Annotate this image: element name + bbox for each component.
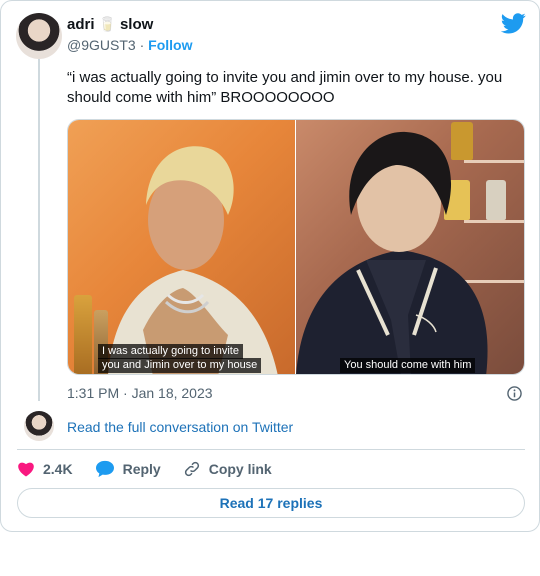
- tweet-media[interactable]: I was actually going to invite you and J…: [67, 119, 525, 375]
- link-icon: [184, 461, 199, 477]
- info-icon[interactable]: [507, 386, 522, 401]
- action-bar: 2.4K Reply Copy link: [17, 459, 294, 479]
- follow-button[interactable]: Follow: [148, 37, 192, 53]
- milk-emoji: 🥛: [98, 16, 116, 32]
- reply-label: Reply: [122, 461, 161, 477]
- read-conversation-link[interactable]: Read the full conversation on Twitter: [67, 419, 293, 435]
- author-handle-row: @9GUST3 · Follow: [67, 37, 192, 53]
- like-button[interactable]: 2.4K: [17, 461, 73, 477]
- heart-icon: [18, 462, 34, 477]
- author-name-row[interactable]: adri 🥛 slow: [67, 16, 153, 33]
- person-illustration: [108, 146, 278, 374]
- tweet-timestamp[interactable]: 1:31 PM · Jan 18, 2023: [67, 385, 213, 401]
- read-replies-button[interactable]: Read 17 replies: [17, 488, 525, 518]
- tweet-text: “i was actually going to invite you and …: [67, 69, 503, 106]
- photo-left[interactable]: I was actually going to invite you and J…: [68, 120, 295, 374]
- person-illustration: [296, 131, 488, 374]
- tweet-card: adri 🥛 slow @9GUST3 · Follow “i was actu…: [0, 0, 540, 532]
- copy-link-button[interactable]: Copy link: [183, 460, 272, 478]
- right-caption: You should come with him: [340, 358, 476, 373]
- small-avatar[interactable]: [24, 411, 54, 441]
- left-caption-line1: I was actually going to invite: [98, 344, 243, 359]
- author-handle[interactable]: @9GUST3: [67, 37, 136, 53]
- divider: [17, 449, 525, 450]
- author-avatar[interactable]: [16, 13, 62, 59]
- handle-separator: ·: [139, 37, 145, 53]
- author-display-name[interactable]: adri: [67, 16, 95, 33]
- reply-button[interactable]: Reply: [95, 460, 161, 478]
- thread-line: [38, 59, 40, 401]
- left-caption-line2: you and Jimin over to my house: [98, 358, 262, 373]
- like-count: 2.4K: [43, 461, 73, 477]
- reply-bubble-icon: [95, 460, 114, 478]
- photo-right[interactable]: You should come with him: [296, 120, 524, 374]
- twitter-bird-icon[interactable]: [501, 13, 526, 34]
- copy-link-label: Copy link: [208, 461, 272, 477]
- author-status-text[interactable]: slow: [120, 16, 153, 33]
